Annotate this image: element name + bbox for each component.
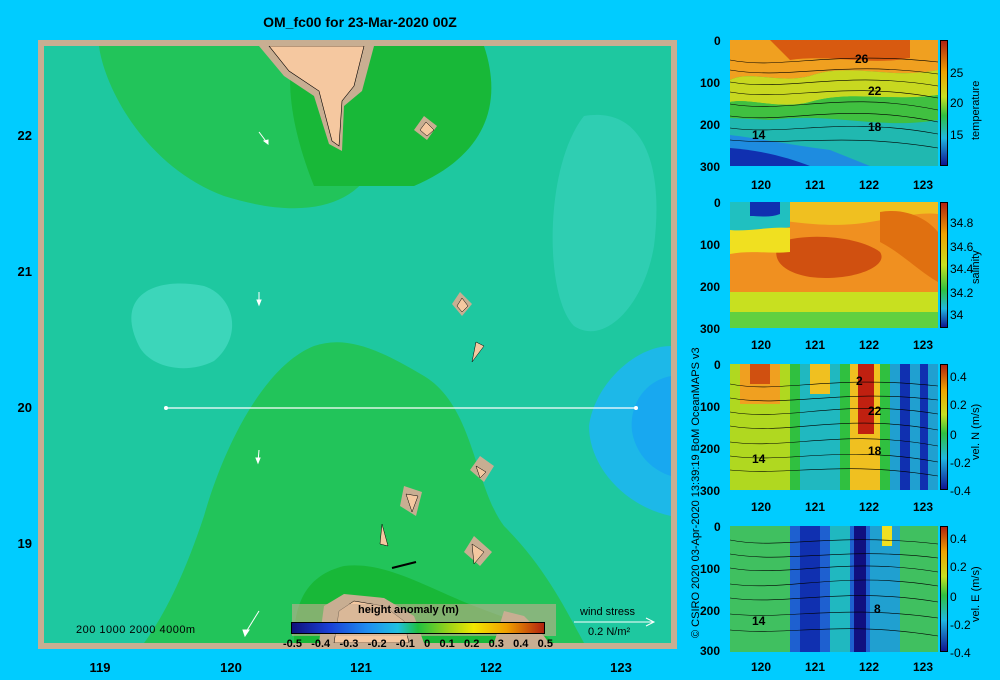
- map-title: OM_fc00 for 23-Mar-2020 00Z: [263, 14, 457, 30]
- y-tick-19: 19: [17, 536, 32, 551]
- salinity-section[interactable]: [730, 202, 938, 328]
- cb-tick: -0.4: [311, 638, 331, 650]
- velocity-north-section[interactable]: [730, 364, 938, 490]
- contour-label: 22: [868, 404, 882, 418]
- velocity-east-colorbar: [940, 526, 948, 652]
- cb-tick: 0.5: [537, 638, 553, 650]
- lon-tick: 121: [805, 660, 826, 674]
- cb-tick: 25: [950, 66, 964, 80]
- cb-tick: -0.5: [283, 638, 302, 650]
- temperature-colorbar: [940, 40, 948, 166]
- lon-tick: 123: [913, 500, 934, 514]
- main-map[interactable]: [38, 40, 677, 649]
- lon-tick: 121: [805, 500, 826, 514]
- cb-tick: 0: [424, 638, 431, 650]
- cb-tick: 0.2: [950, 398, 967, 412]
- lon-tick: 122: [859, 500, 880, 514]
- cb-tick: 0.4: [950, 532, 967, 546]
- depth-tick: 200: [700, 442, 721, 456]
- height-colorbar: [291, 622, 545, 634]
- cb-tick: 0.3: [488, 638, 504, 650]
- lon-tick: 120: [751, 178, 772, 192]
- lon-tick: 122: [859, 660, 880, 674]
- cb-tick: 0.2: [950, 560, 967, 574]
- depth-tick: 100: [700, 562, 721, 576]
- contour-label: 18: [868, 444, 882, 458]
- temperature-section[interactable]: [730, 40, 938, 166]
- salinity-colorbar: [940, 202, 948, 328]
- cb-tick: 0.2: [464, 638, 480, 650]
- wind-stress-value: 0.2 N/m²: [588, 626, 631, 638]
- velocity-north-label: vel. N (m/s): [970, 403, 982, 460]
- x-tick-120: 120: [220, 660, 242, 675]
- cb-tick: -0.2: [950, 618, 971, 632]
- cb-tick: -0.4: [950, 484, 971, 498]
- x-tick-122: 122: [480, 660, 502, 675]
- depth-tick: 0: [714, 34, 721, 48]
- cb-tick: 34.8: [950, 216, 974, 230]
- cb-tick: 0: [950, 590, 957, 604]
- depth-tick: 200: [700, 604, 721, 618]
- depth-tick: 300: [700, 160, 721, 174]
- depth-tick: 300: [700, 484, 721, 498]
- x-tick-123: 123: [610, 660, 632, 675]
- lon-tick: 122: [859, 338, 880, 352]
- lon-tick: 123: [913, 178, 934, 192]
- lon-tick: 123: [913, 660, 934, 674]
- depth-tick: 100: [700, 238, 721, 252]
- depth-tick: 0: [714, 520, 721, 534]
- contour-label: 22: [868, 84, 882, 98]
- contour-label: 2: [856, 374, 863, 388]
- lon-tick: 120: [751, 660, 772, 674]
- salinity-label: salinity: [970, 250, 982, 284]
- contour-label: 14: [752, 614, 766, 628]
- sea-level-map: [44, 46, 671, 643]
- cb-tick: 0.4: [513, 638, 529, 650]
- lon-tick: 121: [805, 178, 826, 192]
- contour-label: 14: [752, 128, 766, 142]
- cb-tick: 0.4: [950, 370, 967, 384]
- depth-tick: 0: [714, 196, 721, 210]
- lon-tick: 123: [913, 338, 934, 352]
- depth-tick: 200: [700, 280, 721, 294]
- depth-tick: 300: [700, 644, 721, 658]
- cb-tick: 0: [950, 428, 957, 442]
- y-tick-22: 22: [17, 128, 32, 143]
- lon-tick: 121: [805, 338, 826, 352]
- depth-tick: 100: [700, 76, 721, 90]
- depth-tick: 100: [700, 400, 721, 414]
- contour-label: 18: [868, 120, 882, 134]
- y-tick-20: 20: [17, 400, 32, 415]
- cb-tick: -0.3: [339, 638, 359, 650]
- velocity-east-label: vel. E (m/s): [970, 566, 982, 622]
- cb-tick: -0.4: [950, 646, 971, 660]
- cb-tick: -0.2: [367, 638, 387, 650]
- contour-label: 14: [752, 452, 766, 466]
- depth-tick: 200: [700, 118, 721, 132]
- colorbar-ticks: -0.5 -0.4 -0.3 -0.2 -0.1 0 0.1 0.2 0.3 0…: [283, 638, 553, 650]
- contour-label: 8: [874, 602, 881, 616]
- lon-tick: 120: [751, 338, 772, 352]
- contour-label: 26: [855, 52, 869, 66]
- y-tick-21: 21: [17, 264, 32, 279]
- depth-scale-label: 200 1000 2000 4000m: [76, 624, 196, 636]
- depth-tick: 300: [700, 322, 721, 336]
- cb-tick: 20: [950, 96, 964, 110]
- colorbar-title: height anomaly (m): [358, 604, 459, 616]
- cb-tick: -0.1: [395, 638, 415, 650]
- velocity-east-section[interactable]: [730, 526, 938, 652]
- x-tick-121: 121: [350, 660, 372, 675]
- lon-tick: 120: [751, 500, 772, 514]
- cb-tick: 15: [950, 128, 964, 142]
- velocity-north-colorbar: [940, 364, 948, 490]
- cb-tick: 0.1: [439, 638, 455, 650]
- cb-tick: 34: [950, 308, 964, 322]
- lon-tick: 122: [859, 178, 880, 192]
- cb-tick: 34.2: [950, 286, 974, 300]
- temperature-label: temperature: [970, 80, 982, 140]
- cb-tick: -0.2: [950, 456, 971, 470]
- x-tick-119: 119: [89, 660, 111, 675]
- depth-tick: 0: [714, 358, 721, 372]
